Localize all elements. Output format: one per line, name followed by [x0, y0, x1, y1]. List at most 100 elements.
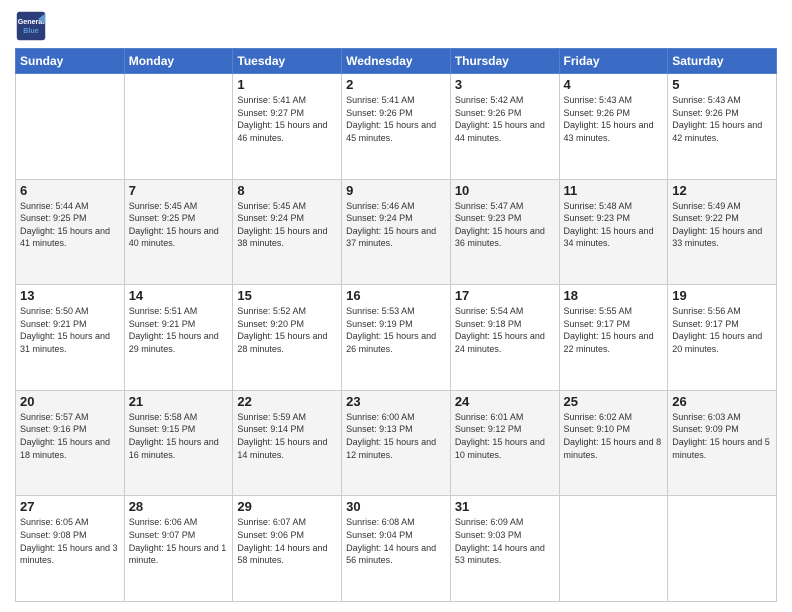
- day-number: 25: [564, 394, 664, 409]
- calendar-cell: 28 Sunrise: 6:06 AM Sunset: 9:07 PM Dayli…: [124, 496, 233, 602]
- calendar-cell: 1 Sunrise: 5:41 AM Sunset: 9:27 PM Daylig…: [233, 74, 342, 180]
- day-info: Sunrise: 5:45 AM Sunset: 9:24 PM Dayligh…: [237, 200, 337, 250]
- day-number: 9: [346, 183, 446, 198]
- day-number: 14: [129, 288, 229, 303]
- header: General Blue: [15, 10, 777, 42]
- day-info: Sunrise: 5:50 AM Sunset: 9:21 PM Dayligh…: [20, 305, 120, 355]
- calendar-cell: 29Sunrise: 6:07 AM Sunset: 9:06 PM Dayli…: [233, 496, 342, 602]
- day-info: Sunrise: 5:45 AM Sunset: 9:25 PM Dayligh…: [129, 200, 229, 250]
- calendar-cell: 8 Sunrise: 5:45 AM Sunset: 9:24 PM Daylig…: [233, 179, 342, 285]
- day-info: Sunrise: 5:59 AM Sunset: 9:14 PM Dayligh…: [237, 411, 337, 461]
- day-number: 15: [237, 288, 337, 303]
- calendar-cell: 26Sunrise: 6:03 AM Sunset: 9:09 PM Dayli…: [668, 390, 777, 496]
- day-info: Sunrise: 6:05 AM Sunset: 9:08 PM Dayligh…: [20, 516, 120, 566]
- day-number: 8: [237, 183, 337, 198]
- calendar-cell: [16, 74, 125, 180]
- day-info: Sunrise: 5:57 AM Sunset: 9:16 PM Dayligh…: [20, 411, 120, 461]
- day-number: 11: [564, 183, 664, 198]
- day-info: Sunrise: 6:06 AM Sunset: 9:07 PM Dayligh…: [129, 516, 229, 566]
- calendar-cell: 24Sunrise: 6:01 AM Sunset: 9:12 PM Dayli…: [450, 390, 559, 496]
- day-number: 20: [20, 394, 120, 409]
- calendar-cell: [668, 496, 777, 602]
- calendar-cell: 22 Sunrise: 5:59 AM Sunset: 9:14 PM Dayli…: [233, 390, 342, 496]
- day-info: Sunrise: 5:44 AM Sunset: 9:25 PM Dayligh…: [20, 200, 120, 250]
- day-info: Sunrise: 5:53 AM Sunset: 9:19 PM Dayligh…: [346, 305, 446, 355]
- day-info: Sunrise: 5:51 AM Sunset: 9:21 PM Dayligh…: [129, 305, 229, 355]
- calendar-cell: 4 Sunrise: 5:43 AM Sunset: 9:26 PM Daylig…: [559, 74, 668, 180]
- day-number: 23: [346, 394, 446, 409]
- day-info: Sunrise: 5:47 AM Sunset: 9:23 PM Dayligh…: [455, 200, 555, 250]
- calendar-cell: 19Sunrise: 5:56 AM Sunset: 9:17 PM Dayli…: [668, 285, 777, 391]
- day-number: 13: [20, 288, 120, 303]
- day-info: Sunrise: 5:58 AM Sunset: 9:15 PM Dayligh…: [129, 411, 229, 461]
- calendar-cell: 14 Sunrise: 5:51 AM Sunset: 9:21 PM Dayli…: [124, 285, 233, 391]
- day-info: Sunrise: 5:49 AM Sunset: 9:22 PM Dayligh…: [672, 200, 772, 250]
- calendar-cell: 2 Sunrise: 5:41 AM Sunset: 9:26 PM Daylig…: [342, 74, 451, 180]
- day-number: 30: [346, 499, 446, 514]
- calendar-week-row: 1 Sunrise: 5:41 AM Sunset: 9:27 PM Daylig…: [16, 74, 777, 180]
- calendar-cell: 15 Sunrise: 5:52 AM Sunset: 9:20 PM Dayli…: [233, 285, 342, 391]
- calendar-cell: [559, 496, 668, 602]
- day-info: Sunrise: 5:48 AM Sunset: 9:23 PM Dayligh…: [564, 200, 664, 250]
- day-info: Sunrise: 5:43 AM Sunset: 9:26 PM Dayligh…: [672, 94, 772, 144]
- svg-text:Blue: Blue: [23, 27, 38, 35]
- day-info: Sunrise: 5:43 AM Sunset: 9:26 PM Dayligh…: [564, 94, 664, 144]
- weekday-header: Sunday: [16, 49, 125, 74]
- day-info: Sunrise: 5:55 AM Sunset: 9:17 PM Dayligh…: [564, 305, 664, 355]
- day-info: Sunrise: 5:52 AM Sunset: 9:20 PM Dayligh…: [237, 305, 337, 355]
- calendar-cell: 3 Sunrise: 5:42 AM Sunset: 9:26 PM Daylig…: [450, 74, 559, 180]
- day-number: 7: [129, 183, 229, 198]
- weekday-header: Monday: [124, 49, 233, 74]
- calendar-cell: [124, 74, 233, 180]
- day-info: Sunrise: 5:42 AM Sunset: 9:26 PM Dayligh…: [455, 94, 555, 144]
- day-number: 2: [346, 77, 446, 92]
- calendar-cell: 17 Sunrise: 5:54 AM Sunset: 9:18 PM Dayli…: [450, 285, 559, 391]
- day-info: Sunrise: 6:03 AM Sunset: 9:09 PM Dayligh…: [672, 411, 772, 461]
- day-number: 31: [455, 499, 555, 514]
- logo-icon: General Blue: [15, 10, 47, 42]
- day-number: 16: [346, 288, 446, 303]
- day-info: Sunrise: 6:08 AM Sunset: 9:04 PM Dayligh…: [346, 516, 446, 566]
- day-number: 24: [455, 394, 555, 409]
- day-info: Sunrise: 5:54 AM Sunset: 9:18 PM Dayligh…: [455, 305, 555, 355]
- calendar-cell: 20 Sunrise: 5:57 AM Sunset: 9:16 PM Dayli…: [16, 390, 125, 496]
- day-info: Sunrise: 6:09 AM Sunset: 9:03 PM Dayligh…: [455, 516, 555, 566]
- day-info: Sunrise: 5:41 AM Sunset: 9:27 PM Dayligh…: [237, 94, 337, 144]
- calendar-cell: 23Sunrise: 6:00 AM Sunset: 9:13 PM Dayli…: [342, 390, 451, 496]
- weekday-header: Friday: [559, 49, 668, 74]
- calendar-cell: 27 Sunrise: 6:05 AM Sunset: 9:08 PM Dayli…: [16, 496, 125, 602]
- day-number: 18: [564, 288, 664, 303]
- weekday-header: Tuesday: [233, 49, 342, 74]
- day-number: 17: [455, 288, 555, 303]
- calendar-cell: 21 Sunrise: 5:58 AM Sunset: 9:15 PM Dayli…: [124, 390, 233, 496]
- calendar-week-row: 27 Sunrise: 6:05 AM Sunset: 9:08 PM Dayli…: [16, 496, 777, 602]
- day-info: Sunrise: 6:07 AM Sunset: 9:06 PM Dayligh…: [237, 516, 337, 566]
- day-number: 27: [20, 499, 120, 514]
- day-info: Sunrise: 5:41 AM Sunset: 9:26 PM Dayligh…: [346, 94, 446, 144]
- calendar-table: SundayMondayTuesdayWednesdayThursdayFrid…: [15, 48, 777, 602]
- day-number: 3: [455, 77, 555, 92]
- day-number: 19: [672, 288, 772, 303]
- weekday-header: Thursday: [450, 49, 559, 74]
- logo: General Blue: [15, 10, 47, 42]
- weekday-header: Wednesday: [342, 49, 451, 74]
- day-number: 5: [672, 77, 772, 92]
- day-info: Sunrise: 6:02 AM Sunset: 9:10 PM Dayligh…: [564, 411, 664, 461]
- calendar-cell: 25 Sunrise: 6:02 AM Sunset: 9:10 PM Dayli…: [559, 390, 668, 496]
- calendar-week-row: 13 Sunrise: 5:50 AM Sunset: 9:21 PM Dayli…: [16, 285, 777, 391]
- calendar-cell: 18 Sunrise: 5:55 AM Sunset: 9:17 PM Dayli…: [559, 285, 668, 391]
- day-number: 21: [129, 394, 229, 409]
- day-number: 4: [564, 77, 664, 92]
- day-info: Sunrise: 5:46 AM Sunset: 9:24 PM Dayligh…: [346, 200, 446, 250]
- day-number: 28: [129, 499, 229, 514]
- calendar-cell: 13 Sunrise: 5:50 AM Sunset: 9:21 PM Dayli…: [16, 285, 125, 391]
- calendar-cell: 6Sunrise: 5:44 AM Sunset: 9:25 PM Daylig…: [16, 179, 125, 285]
- calendar-week-row: 6Sunrise: 5:44 AM Sunset: 9:25 PM Daylig…: [16, 179, 777, 285]
- calendar-cell: 10Sunrise: 5:47 AM Sunset: 9:23 PM Dayli…: [450, 179, 559, 285]
- calendar-cell: 5 Sunrise: 5:43 AM Sunset: 9:26 PM Daylig…: [668, 74, 777, 180]
- day-number: 1: [237, 77, 337, 92]
- calendar-cell: 11 Sunrise: 5:48 AM Sunset: 9:23 PM Dayli…: [559, 179, 668, 285]
- calendar-cell: 12Sunrise: 5:49 AM Sunset: 9:22 PM Dayli…: [668, 179, 777, 285]
- calendar-cell: 31 Sunrise: 6:09 AM Sunset: 9:03 PM Dayli…: [450, 496, 559, 602]
- day-number: 22: [237, 394, 337, 409]
